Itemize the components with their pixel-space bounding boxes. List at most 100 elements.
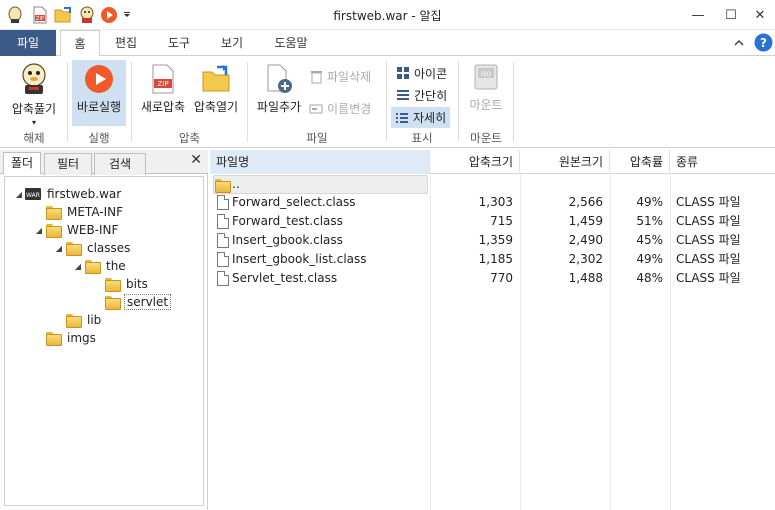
file-type: CLASS 파일: [676, 233, 741, 247]
ratio: 48%: [636, 271, 663, 285]
parent-folder-row[interactable]: ..: [210, 175, 775, 194]
folder-panel: 폴더 필터 검색 ✕ ◢ WAR firstweb.war META-INF ◢…: [0, 150, 208, 510]
expanded-arrow-icon[interactable]: ◢: [33, 226, 45, 235]
packed-size: 1,185: [478, 252, 513, 266]
collapse-ribbon-icon[interactable]: [733, 37, 745, 49]
add-file-label: 파일추가: [256, 100, 302, 114]
tab-filter[interactable]: 필터: [44, 153, 92, 175]
view-simple-button[interactable]: 간단히: [393, 86, 450, 104]
column-header-type[interactable]: 종류: [670, 150, 775, 174]
packed-size: 1,303: [478, 195, 513, 209]
open-zip-label: 압축열기: [193, 100, 239, 114]
mount-button[interactable]: ISO 마운트: [463, 64, 509, 126]
folder-icon: [45, 331, 62, 346]
svg-text:ZIP: ZIP: [157, 80, 168, 88]
file-icon: [217, 271, 229, 286]
svg-text:WAR: WAR: [26, 192, 40, 199]
view-detail-label: 자세히: [413, 111, 447, 125]
group-separator: [386, 62, 387, 142]
column-header-name[interactable]: 파일명: [210, 150, 430, 174]
table-row[interactable]: Servlet_test.class 770 1,488 48% CLASS 파…: [210, 269, 775, 288]
tab-home[interactable]: 홈: [60, 30, 100, 57]
group-label-extract: 해제: [23, 131, 45, 145]
file-list: ▲ 파일명 압축크기 원본크기 압축률 종류 .. Forward_select…: [210, 148, 775, 510]
rename-label: 이름변경: [327, 102, 372, 116]
open-zip-button[interactable]: 압축열기: [190, 64, 242, 126]
new-zip-button[interactable]: ZIP 새로압축: [137, 64, 189, 126]
help-icon[interactable]: ?: [754, 33, 773, 52]
file-name: Forward_select.class: [232, 195, 356, 209]
open-zip-folder-icon: [202, 65, 230, 92]
svg-text:?: ?: [760, 36, 767, 50]
file-icon: [217, 252, 229, 267]
ribbon: 압축풀기 ▾ 해제 바로실행 실행 ZIP 새로압축 압축열기 압축 파일추가 …: [0, 56, 775, 148]
close-panel-icon[interactable]: ✕: [190, 152, 202, 168]
file-type: CLASS 파일: [676, 252, 741, 266]
delete-file-button[interactable]: 파일삭제: [309, 68, 371, 85]
file-name: Servlet_test.class: [232, 271, 338, 285]
group-separator: [67, 62, 68, 142]
tab-edit[interactable]: 편집: [106, 30, 146, 56]
file-name: Insert_gbook_list.class: [232, 252, 367, 266]
file-list-header: ▲ 파일명 압축크기 원본크기 압축률 종류: [210, 148, 775, 174]
tree-node-servlet[interactable]: servlet: [104, 293, 172, 311]
table-row[interactable]: Insert_gbook_list.class 1,185 2,302 49% …: [210, 250, 775, 269]
svg-text:ISO: ISO: [481, 71, 492, 78]
tab-tools[interactable]: 도구: [159, 30, 199, 56]
ratio: 51%: [636, 214, 663, 228]
tree-node-lib[interactable]: lib: [65, 311, 103, 329]
ratio: 49%: [636, 195, 663, 209]
tree-node-classes[interactable]: ◢ classes: [53, 239, 132, 257]
new-zip-label: 새로압축: [140, 100, 186, 114]
folder-icon: [65, 241, 82, 256]
tree-node-web-inf[interactable]: ◢ WEB-INF: [33, 221, 120, 239]
minimize-button[interactable]: —: [683, 3, 713, 27]
group-label-run: 실행: [88, 131, 110, 145]
window-title: firstweb.war - 알집: [333, 9, 442, 23]
folder-icon: [45, 223, 62, 238]
tab-search[interactable]: 검색: [94, 153, 146, 175]
tree-node-bits[interactable]: bits: [104, 275, 150, 293]
file-icon: [217, 214, 229, 229]
view-detail-button[interactable]: 자세히: [391, 107, 451, 128]
table-row[interactable]: Forward_test.class 715 1,459 51% CLASS 파…: [210, 212, 775, 231]
column-header-original[interactable]: 원본크기: [520, 150, 610, 174]
group-separator: [131, 62, 132, 142]
file-type: CLASS 파일: [676, 195, 741, 209]
file-name: Insert_gbook.class: [232, 233, 343, 247]
original-size: 2,490: [568, 233, 603, 247]
war-archive-icon: WAR: [25, 187, 41, 201]
original-size: 1,488: [568, 271, 603, 285]
original-size: 1,459: [568, 214, 603, 228]
expanded-arrow-icon[interactable]: ◢: [53, 244, 65, 253]
tree-label: the: [106, 259, 126, 273]
mount-label: 마운트: [469, 98, 503, 112]
packed-size: 715: [490, 214, 513, 228]
extract-dropdown-icon[interactable]: ▾: [32, 118, 36, 127]
expanded-arrow-icon[interactable]: ◢: [72, 262, 84, 271]
close-button[interactable]: ✕: [745, 3, 775, 27]
view-icon-label: 아이콘: [414, 66, 448, 81]
table-row[interactable]: Insert_gbook.class 1,359 2,490 45% CLASS…: [210, 231, 775, 250]
tab-help[interactable]: 도움말: [265, 30, 317, 56]
group-separator: [247, 62, 248, 142]
extract-button[interactable]: 압축풀기 ▾: [6, 62, 62, 130]
rename-button[interactable]: 이름변경: [309, 100, 371, 117]
tab-view[interactable]: 보기: [212, 30, 252, 56]
view-icon-button[interactable]: 아이콘: [393, 64, 450, 82]
tab-file[interactable]: 파일: [0, 30, 56, 56]
run-button[interactable]: 바로실행: [72, 60, 126, 126]
expanded-arrow-icon[interactable]: ◢: [13, 190, 25, 199]
tree-node-imgs[interactable]: imgs: [45, 329, 98, 347]
tree-node-the[interactable]: ◢ the: [72, 257, 128, 275]
tree-node-root[interactable]: ◢ WAR firstweb.war: [13, 185, 123, 203]
maximize-button[interactable]: ☐: [716, 3, 746, 27]
group-separator: [513, 62, 514, 142]
column-header-ratio[interactable]: 압축률: [610, 150, 670, 174]
add-file-button[interactable]: 파일추가: [253, 64, 305, 126]
table-row[interactable]: Forward_select.class 1,303 2,566 49% CLA…: [210, 193, 775, 212]
tab-folder[interactable]: 폴더: [3, 152, 41, 174]
column-header-packed[interactable]: 압축크기: [430, 150, 520, 174]
original-size: 2,302: [568, 252, 603, 266]
tree-node-meta-inf[interactable]: META-INF: [45, 203, 125, 221]
